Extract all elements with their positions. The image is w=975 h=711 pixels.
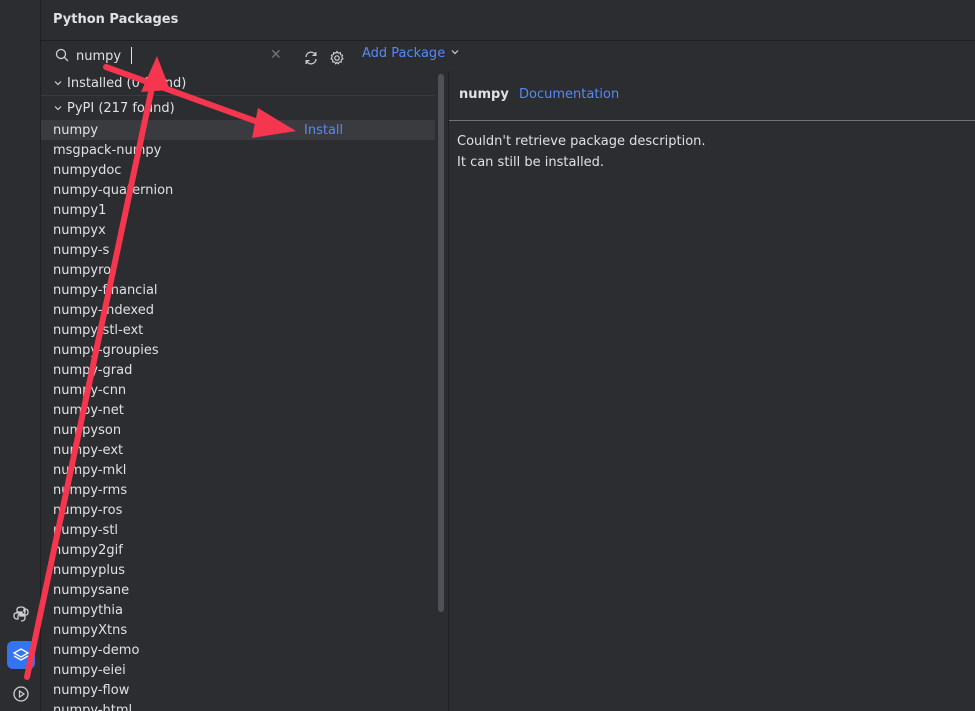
- list-item[interactable]: numpy-rms: [41, 480, 435, 500]
- list-item[interactable]: msgpack-numpy: [41, 140, 435, 160]
- package-name: numpythia: [53, 602, 124, 618]
- list-item[interactable]: numpydoc: [41, 160, 435, 180]
- list-item[interactable]: numpysane: [41, 580, 435, 600]
- package-name: numpy-net: [53, 402, 124, 418]
- package-list: Installed (0 found) PyPI (217 found) num…: [41, 71, 448, 711]
- package-description: Couldn't retrieve package description. I…: [457, 131, 706, 173]
- package-name: numpydoc: [53, 162, 122, 178]
- package-name: numpy-demo: [53, 642, 140, 658]
- package-name: numpy2gif: [53, 542, 123, 558]
- group-installed[interactable]: Installed (0 found): [41, 71, 435, 95]
- list-item[interactable]: numpy-demo: [41, 640, 435, 660]
- list-item[interactable]: numpythia: [41, 600, 435, 620]
- group-pypi[interactable]: PyPI (217 found): [41, 96, 435, 120]
- package-name: numpy1: [53, 202, 107, 218]
- list-item[interactable]: numpyro: [41, 260, 435, 280]
- package-name: numpyx: [53, 222, 106, 238]
- package-name: numpy-groupies: [53, 342, 159, 358]
- package-name: numpy-ros: [53, 502, 123, 518]
- list-item[interactable]: numpyplus: [41, 560, 435, 580]
- list-item[interactable]: numpy-indexed: [41, 300, 435, 320]
- package-name: numpy-rms: [53, 482, 128, 498]
- tool-strip: [0, 0, 41, 711]
- list-item[interactable]: numpy Install: [41, 120, 435, 140]
- list-item[interactable]: numpy-quaternion: [41, 180, 435, 200]
- package-name: numpy-eiei: [53, 662, 126, 678]
- list-item[interactable]: numpy-ext: [41, 440, 435, 460]
- list-item[interactable]: numpy-s: [41, 240, 435, 260]
- package-name: numpy-grad: [53, 362, 133, 378]
- chevron-down-icon: [450, 46, 460, 61]
- package-name: numpy: [53, 122, 99, 138]
- package-name: numpy-mkl: [53, 462, 127, 478]
- list-item[interactable]: numpy-net: [41, 400, 435, 420]
- search-icon: [55, 48, 69, 66]
- package-name: numpyXtns: [53, 622, 128, 638]
- list-item[interactable]: numpyx: [41, 220, 435, 240]
- list-item[interactable]: numpy-stl: [41, 520, 435, 540]
- package-name: numpyplus: [53, 562, 125, 578]
- package-detail: numpy Documentation Couldn't retrieve pa…: [449, 71, 975, 711]
- package-name: numpyson: [53, 422, 122, 438]
- package-name: numpy-stl: [53, 522, 119, 538]
- chevron-down-icon: [50, 78, 66, 88]
- list-scrollbar[interactable]: [438, 74, 444, 612]
- python-console-icon[interactable]: [7, 600, 35, 628]
- list-item[interactable]: numpy-mkl: [41, 460, 435, 480]
- gear-icon[interactable]: [329, 50, 345, 70]
- description-line: It can still be installed.: [457, 155, 605, 170]
- list-item[interactable]: numpy-flow: [41, 680, 435, 700]
- package-name: numpy-html: [53, 702, 133, 711]
- list-item[interactable]: numpy-ros: [41, 500, 435, 520]
- package-name: numpy-stl-ext: [53, 322, 144, 338]
- list-item[interactable]: numpy-financial: [41, 280, 435, 300]
- panel-title: Python Packages: [53, 12, 179, 27]
- close-icon[interactable]: ✕: [270, 47, 282, 63]
- refresh-icon[interactable]: [303, 50, 319, 70]
- list-item[interactable]: numpy2gif: [41, 540, 435, 560]
- layers-icon[interactable]: [7, 641, 35, 669]
- package-name: numpy-s: [53, 242, 110, 258]
- add-package-button[interactable]: Add Package: [362, 46, 460, 61]
- list-item[interactable]: numpy-grad: [41, 360, 435, 380]
- list-item[interactable]: numpyXtns: [41, 620, 435, 640]
- install-button[interactable]: Install: [304, 123, 343, 138]
- play-circle-icon[interactable]: [7, 680, 35, 708]
- documentation-link[interactable]: Documentation: [519, 87, 619, 102]
- divider: [449, 120, 975, 121]
- package-name: msgpack-numpy: [53, 142, 162, 158]
- package-name: numpyro: [53, 262, 112, 278]
- list-item[interactable]: numpyson: [41, 420, 435, 440]
- package-name: numpy-flow: [53, 682, 130, 698]
- list-item[interactable]: numpy-eiei: [41, 660, 435, 680]
- text-caret: [131, 47, 132, 64]
- package-name: numpy-cnn: [53, 382, 127, 398]
- package-name: numpysane: [53, 582, 130, 598]
- detail-package-name: numpy: [459, 87, 509, 102]
- python-packages-panel: Python Packages ✕ Add Package Installed …: [41, 0, 975, 711]
- list-item[interactable]: numpy-cnn: [41, 380, 435, 400]
- list-item[interactable]: numpy-html: [41, 700, 435, 711]
- add-package-label: Add Package: [362, 46, 446, 61]
- group-label: Installed (0 found): [67, 75, 187, 91]
- chevron-down-icon: [50, 103, 66, 113]
- package-name: numpy-financial: [53, 282, 158, 298]
- search-box: ✕: [41, 41, 293, 71]
- list-item[interactable]: numpy-stl-ext: [41, 320, 435, 340]
- search-input[interactable]: [76, 46, 266, 66]
- list-item[interactable]: numpy-groupies: [41, 340, 435, 360]
- description-line: Couldn't retrieve package description.: [457, 134, 706, 149]
- package-name: numpy-quaternion: [53, 182, 174, 198]
- package-name: numpy-indexed: [53, 302, 154, 318]
- group-label: PyPI (217 found): [67, 100, 175, 116]
- package-name: numpy-ext: [53, 442, 124, 458]
- list-item[interactable]: numpy1: [41, 200, 435, 220]
